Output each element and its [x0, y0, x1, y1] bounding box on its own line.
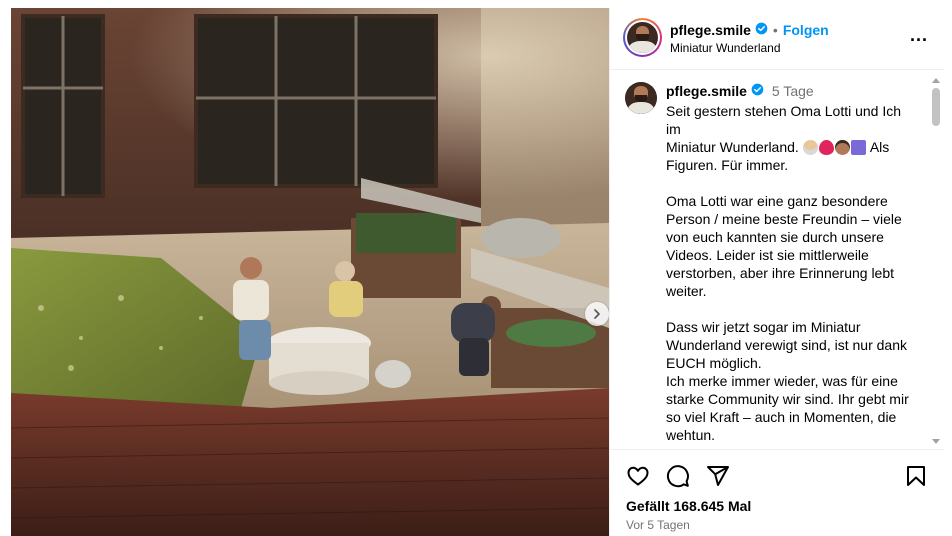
- caption-area: pflege.smile 5 Tage Seit gestern stehen …: [610, 71, 944, 448]
- post-actions: Gefällt 168.645 Mal Vor 5 Tagen: [610, 449, 944, 536]
- chevron-right-icon: [594, 309, 600, 319]
- send-icon[interactable]: [706, 464, 730, 493]
- caption-line: im: [666, 121, 681, 137]
- caption-line: Wunderland verewigt sind, ist nur dank: [666, 337, 907, 353]
- username-link[interactable]: pflege.smile: [670, 22, 751, 38]
- caption-age[interactable]: 5 Tage: [772, 83, 814, 99]
- verified-badge-icon: [751, 83, 764, 99]
- caption-line: Figuren. Für immer.: [666, 157, 789, 173]
- separator-dot: •: [772, 22, 778, 38]
- older-woman-emoji: [802, 140, 818, 155]
- comment-icon[interactable]: [666, 464, 690, 493]
- like-count[interactable]: Gefällt 168.645 Mal: [626, 498, 751, 514]
- next-image-button[interactable]: [585, 302, 609, 326]
- caption-line: von euch kannten sie durch unsere: [666, 229, 884, 245]
- red-heart-emoji: [818, 140, 834, 155]
- post-sidebar: pflege.smile • Folgen Miniatur Wunderlan…: [609, 8, 944, 536]
- caption-line: Videos. Leider ist sie mittlerweile: [666, 247, 869, 263]
- caption-line: Seit gestern stehen Oma Lotti und Ich: [666, 103, 902, 119]
- caption-line: weiter.: [666, 283, 707, 299]
- post-image[interactable]: [11, 8, 609, 536]
- caption-scrollbar[interactable]: [929, 74, 943, 446]
- caption-line: Ich merke immer wieder, was für eine: [666, 373, 898, 389]
- caption-line: wehtun.: [666, 427, 716, 443]
- bookmark-icon[interactable]: [904, 464, 928, 493]
- more-options-icon[interactable]: ...: [910, 25, 928, 46]
- caption-line: starke Community wir sind. Ihr gebt mir: [666, 391, 909, 407]
- caption-username[interactable]: pflege.smile: [666, 83, 747, 99]
- caption-line: EUCH möglich.: [666, 355, 762, 371]
- caption-line: Oma Lotti war eine ganz besondere: [666, 193, 888, 209]
- medical-emoji: [850, 140, 866, 155]
- man-emoji: [834, 140, 850, 155]
- scroll-down-arrow-icon[interactable]: [932, 439, 940, 444]
- miniature-scene-image: [11, 8, 609, 536]
- caption-line: Dass wir jetzt sogar im Miniatur: [666, 319, 861, 335]
- story-ring[interactable]: [623, 18, 662, 57]
- caption-line: Person / meine beste Freundin – viele: [666, 211, 902, 227]
- caption-line: so viel Kraft – auch in Momenten, die: [666, 409, 897, 425]
- avatar: [627, 22, 658, 53]
- caption-line: Miniatur Wunderland. Als: [666, 139, 890, 155]
- post-timestamp[interactable]: Vor 5 Tagen: [626, 518, 690, 532]
- heart-icon[interactable]: [626, 464, 650, 493]
- verified-badge-icon: [755, 22, 768, 38]
- follow-button[interactable]: Folgen: [783, 22, 829, 38]
- scrollbar-thumb[interactable]: [932, 88, 940, 126]
- scroll-up-arrow-icon[interactable]: [932, 78, 940, 83]
- caption-line: verstorben, aber ihre Erinnerung lebt: [666, 265, 895, 281]
- location-link[interactable]: Miniatur Wunderland: [670, 41, 781, 55]
- caption-text: Seit gestern stehen Oma Lotti und Ich im…: [666, 102, 922, 444]
- caption-avatar[interactable]: [625, 82, 657, 114]
- post-header: pflege.smile • Folgen Miniatur Wunderlan…: [610, 8, 944, 70]
